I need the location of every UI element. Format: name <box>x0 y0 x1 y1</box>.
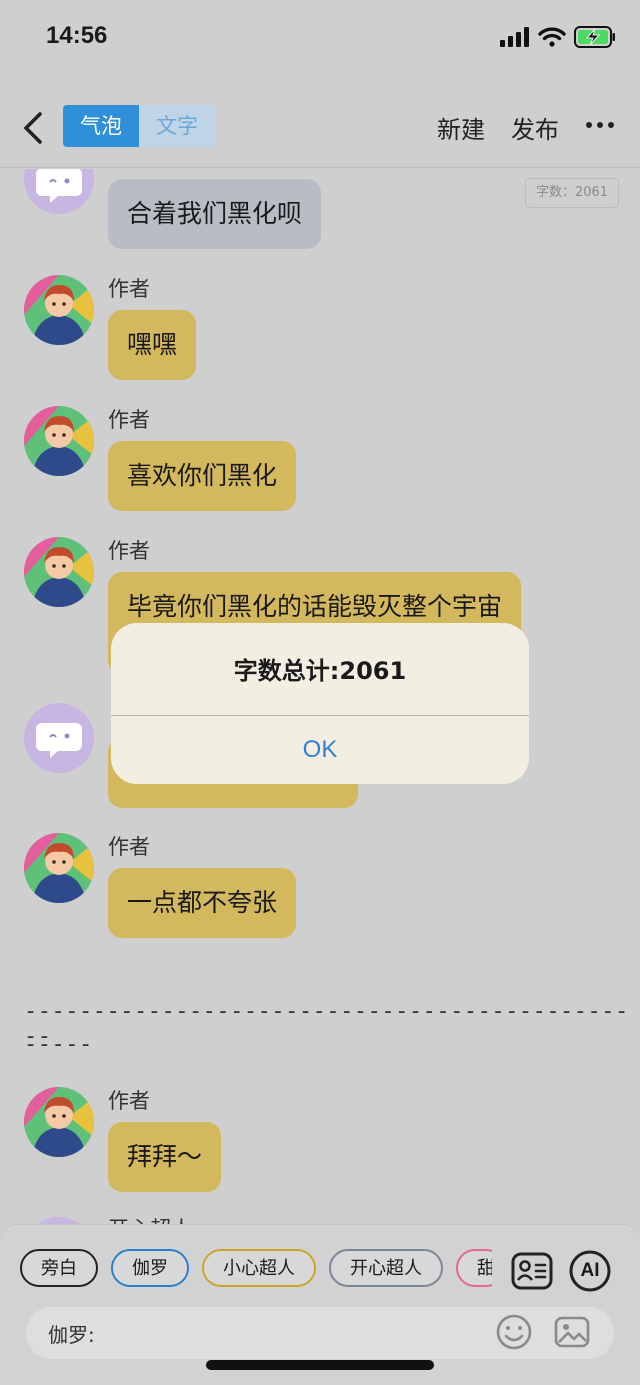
role-chips: 旁白 伽罗 小心超人 开心超人 甜 <box>20 1249 492 1287</box>
status-time: 14:56 <box>46 22 108 49</box>
status-bar: 14:56 <box>0 0 640 80</box>
nav-bar: 气泡 文字 新建 发布 <box>0 86 640 168</box>
image-icon[interactable] <box>553 1313 591 1351</box>
message-bubble[interactable]: 一点都不夸张 <box>108 868 297 938</box>
divider-line: ----------------------------------------… <box>24 999 629 1049</box>
role-chip-jialuo[interactable]: 伽罗 <box>111 1249 189 1287</box>
message-bubble[interactable]: 嘿嘿 <box>108 310 197 380</box>
bot-avatar-icon[interactable] <box>24 1217 94 1224</box>
wifi-icon <box>538 27 566 47</box>
more-icon[interactable] <box>586 122 614 128</box>
bot-avatar-icon[interactable] <box>24 169 94 214</box>
bot-avatar-icon[interactable] <box>24 703 94 773</box>
tab-bubble[interactable]: 气泡 <box>63 105 139 147</box>
author-avatar-icon[interactable] <box>24 537 94 607</box>
status-icons <box>500 26 616 48</box>
mode-toggle: 气泡 文字 <box>63 105 215 147</box>
home-indicator <box>206 1360 434 1370</box>
new-button[interactable]: 新建 <box>437 110 485 145</box>
author-avatar-icon[interactable] <box>24 1087 94 1157</box>
input-role-label: 伽罗: <box>48 1323 95 1347</box>
message-bubble[interactable]: 喜欢你们黑化 <box>108 441 297 511</box>
author-avatar-icon[interactable] <box>24 833 94 903</box>
sender-name: 作者 <box>108 1089 150 1113</box>
role-chip-narrator[interactable]: 旁白 <box>20 1249 98 1287</box>
tab-text[interactable]: 文字 <box>139 105 215 147</box>
sender-name: 作者 <box>108 539 150 563</box>
dialog-title: 字数总计:2061 <box>233 657 407 685</box>
signal-icon <box>500 27 529 47</box>
sender-name: 作者 <box>108 408 150 432</box>
sender-name: 作者 <box>108 835 150 859</box>
author-avatar-icon[interactable] <box>24 275 94 345</box>
role-chip-happy-superman[interactable]: 开心超人 <box>329 1249 443 1287</box>
emoji-icon[interactable] <box>495 1313 533 1351</box>
ai-label: AI <box>580 1260 600 1281</box>
battery-charging-icon <box>574 26 615 48</box>
character-card-icon[interactable] <box>510 1249 554 1293</box>
sender-name: 开心超人 <box>108 1213 192 1224</box>
role-chip-careful-superman[interactable]: 小心超人 <box>202 1249 316 1287</box>
word-count-dialog: 字数总计:2061 OK <box>111 623 529 784</box>
author-avatar-icon[interactable] <box>24 406 94 476</box>
message-bubble[interactable]: 拜拜～ <box>108 1122 222 1192</box>
role-chip-sweet[interactable]: 甜 <box>456 1249 492 1287</box>
publish-button[interactable]: 发布 <box>511 110 559 145</box>
sender-name: 作者 <box>108 277 150 301</box>
message-input[interactable]: 伽罗: <box>26 1307 614 1359</box>
divider-line: ----- <box>24 1032 93 1057</box>
word-count-badge: 字数：2061 <box>525 178 619 208</box>
ai-button[interactable]: AI <box>568 1249 612 1293</box>
back-button[interactable] <box>18 108 50 148</box>
dialog-ok-button[interactable]: OK <box>111 716 529 784</box>
message-bubble[interactable]: 合着我们黑化呗 <box>108 179 322 249</box>
